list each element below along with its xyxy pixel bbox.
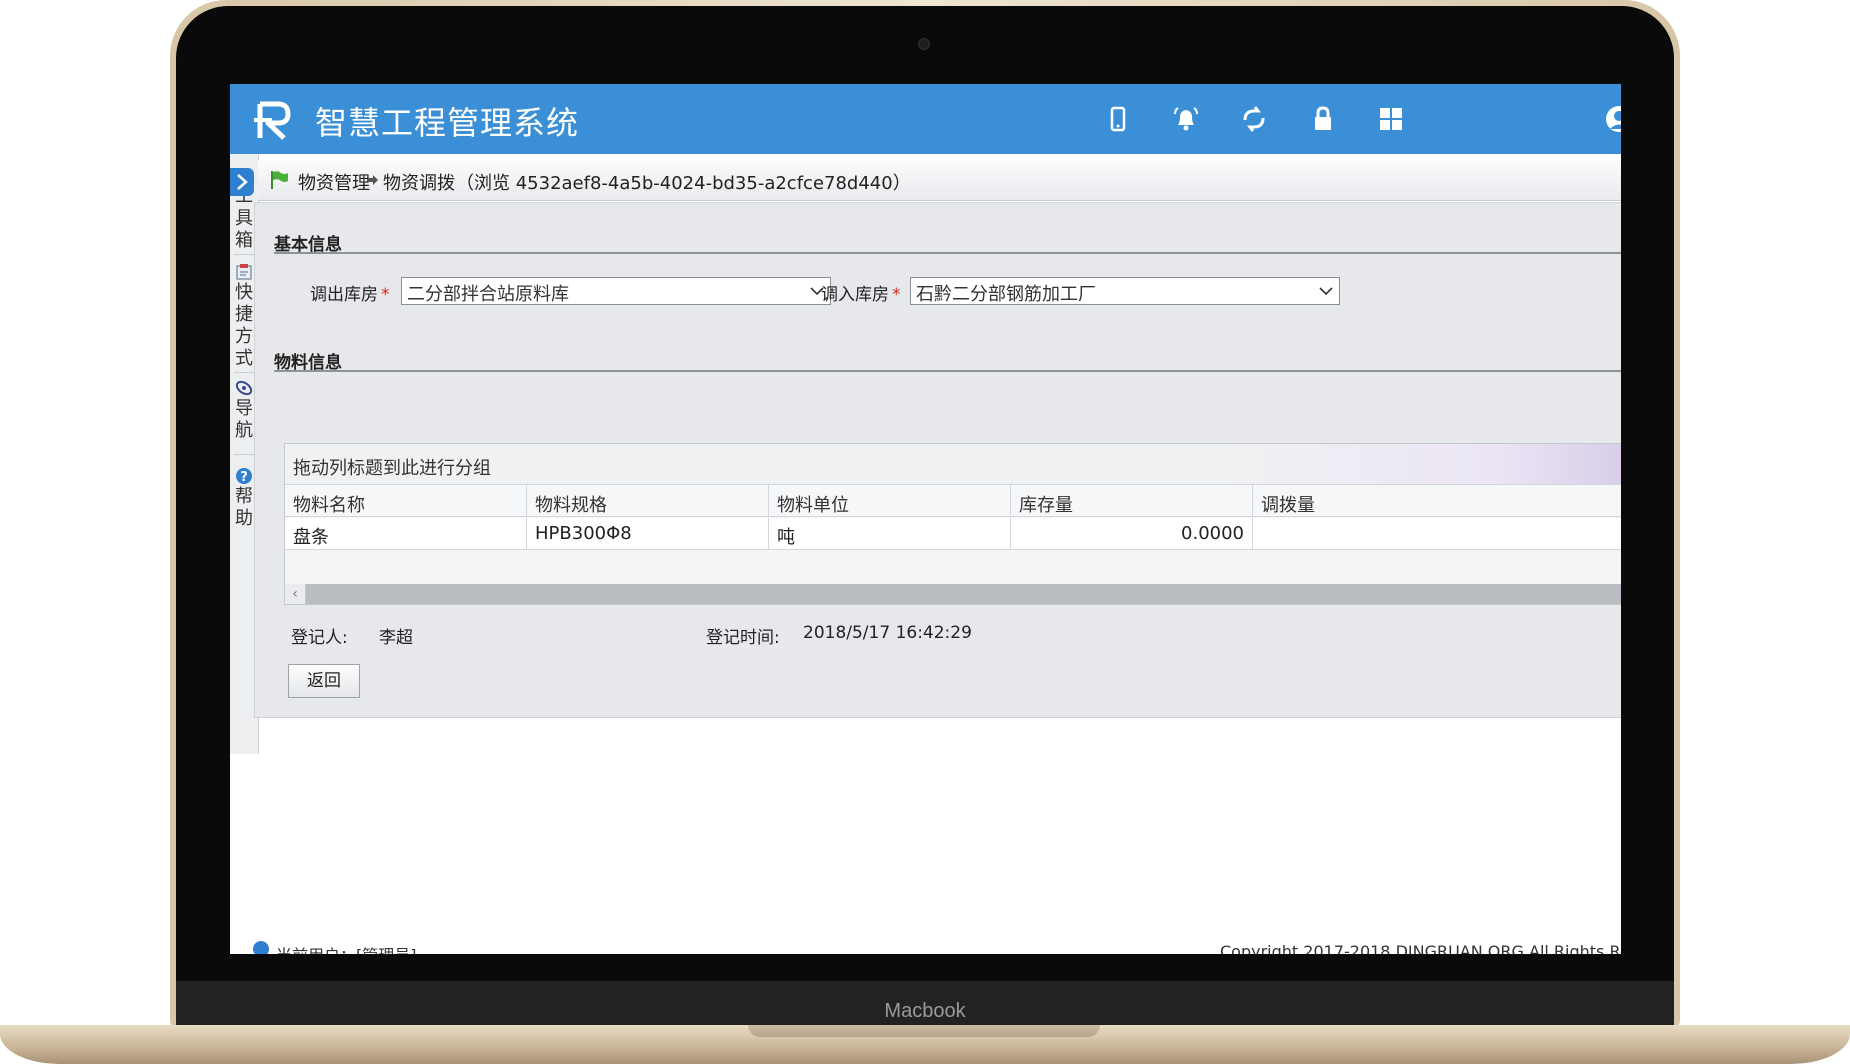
app-title: 智慧工程管理系统 [315,104,580,142]
group-by-area[interactable]: 拖动列标题到此进行分组 [285,444,1621,485]
breadcrumb-detail: （浏览 4532aef8-4a5b-4024-bd35-a2cfce78d440… [456,173,911,194]
rail-toggle-button[interactable] [230,168,254,196]
section-divider [274,370,1621,372]
column-header-transfer[interactable]: 调拨量 [1253,485,1621,517]
rail-group-shortcut[interactable]: 快 捷 方 式 [232,282,256,370]
help-icon: ? [236,468,252,485]
rail-help-char-2: 助 [235,508,253,529]
section-divider [274,252,1621,254]
back-button[interactable]: 返回 [288,664,360,698]
breadcrumb-root[interactable]: 物资管理 [298,169,370,195]
column-header-stock[interactable]: 库存量 [1011,485,1253,517]
laptop-label: Macbook [884,1000,966,1022]
cell-material-unit[interactable]: 吨 [769,518,1011,550]
sync-icon[interactable] [1237,102,1271,136]
content-panel: 基本信息 调出库房 * 二分部拌合站原料库 调入库房 * 石黔二分部钢筋加工厂 物料… [254,202,1621,718]
shortcut-icon [236,264,252,280]
rail-toolbox-char-3: 箱 [235,230,253,251]
rail-shortcut-char-2: 捷 [235,304,253,325]
mobile-icon[interactable] [1101,102,1135,136]
column-header-spec[interactable]: 物料规格 [527,485,769,517]
column-header-unit[interactable]: 物料单位 [769,485,1011,517]
rail-group-help[interactable]: 帮 助 [232,486,256,530]
lock-icon[interactable] [1306,102,1340,136]
group-by-hint: 拖动列标题到此进行分组 [293,458,491,479]
info-icon [253,941,269,954]
material-grid: 拖动列标题到此进行分组 物料名称 物料规格 物料单位 库存量 调拨量 盘条 HP… [284,443,1621,605]
cell-transfer-qty[interactable] [1253,518,1621,550]
out-warehouse-value: 二分部拌合站原料库 [407,284,569,304]
required-mark: * [381,285,390,305]
svg-text:?: ? [240,470,248,485]
rail-help-char-1: 帮 [235,486,253,507]
cell-material-name[interactable]: 盘条 [285,518,527,550]
breadcrumb: 物资管理 物资调拨 （浏览 4532aef8-4a5b-4024-bd35-a2… [258,160,1621,201]
rail-shortcut-char-3: 方 [235,326,253,347]
in-warehouse-label: 调入库房 * [821,280,901,305]
register-time-value: 2018/5/17 16:42:29 [803,623,972,643]
column-header-name[interactable]: 物料名称 [285,485,527,517]
rail-divider [234,372,254,373]
register-time-label: 登记时间: [706,628,780,648]
registrant-value: 李超 [379,628,413,648]
rail-divider [234,454,254,455]
chevron-right-icon [237,174,248,190]
rail-group-navigation[interactable]: 导 航 [232,398,256,442]
cell-material-spec[interactable]: HPB300Φ8 [527,518,769,550]
out-warehouse-select[interactable]: 二分部拌合站原料库 [401,277,831,305]
flag-icon [271,171,288,189]
bell-icon[interactable] [1169,102,1203,136]
registrant-label: 登记人: [291,628,348,648]
cell-stock-qty[interactable]: 0.0000 [1011,518,1253,550]
rail-divider [234,254,254,255]
in-warehouse-label-text: 调入库房 [821,285,889,305]
grid-icon[interactable] [1374,102,1408,136]
rail-navigation-char-2: 航 [235,420,253,441]
rail-navigation-char-1: 导 [235,398,253,419]
copyright-text: Copyright 2017-2018 DINGRUAN.ORG All Rig… [1220,942,1621,954]
arrow-right-icon [368,175,378,185]
laptop-base-notch [748,1025,1100,1037]
out-warehouse-label-text: 调出库房 [310,285,378,305]
horizontal-scrollbar[interactable]: ‹ [285,584,1621,604]
required-mark: * [892,285,901,305]
scroll-left-button[interactable]: ‹ [285,584,306,604]
rail-shortcut-char-1: 快 [235,282,253,303]
chevron-down-icon [1319,287,1333,296]
breadcrumb-current: 物资调拨 [383,173,455,194]
user-icon[interactable] [1602,102,1621,136]
rail-toolbox-char-2: 具 [235,208,253,229]
top-header: 智慧工程管理系统 [230,84,1621,154]
camera-icon [918,38,930,50]
out-warehouse-label: 调出库房 * [310,280,390,305]
app-screen: 智慧工程管理系统 工 具 箱 快 捷 方 式 导 航 ? 帮 助 物资管理 物资… [230,84,1621,954]
in-warehouse-select[interactable]: 石黔二分部钢筋加工厂 [910,277,1340,305]
rail-shortcut-char-4: 式 [235,348,253,369]
current-user: 当前用户：[管理员] [276,942,417,954]
navigation-icon [235,380,253,396]
in-warehouse-value: 石黔二分部钢筋加工厂 [916,284,1096,304]
logo-icon [254,101,291,140]
